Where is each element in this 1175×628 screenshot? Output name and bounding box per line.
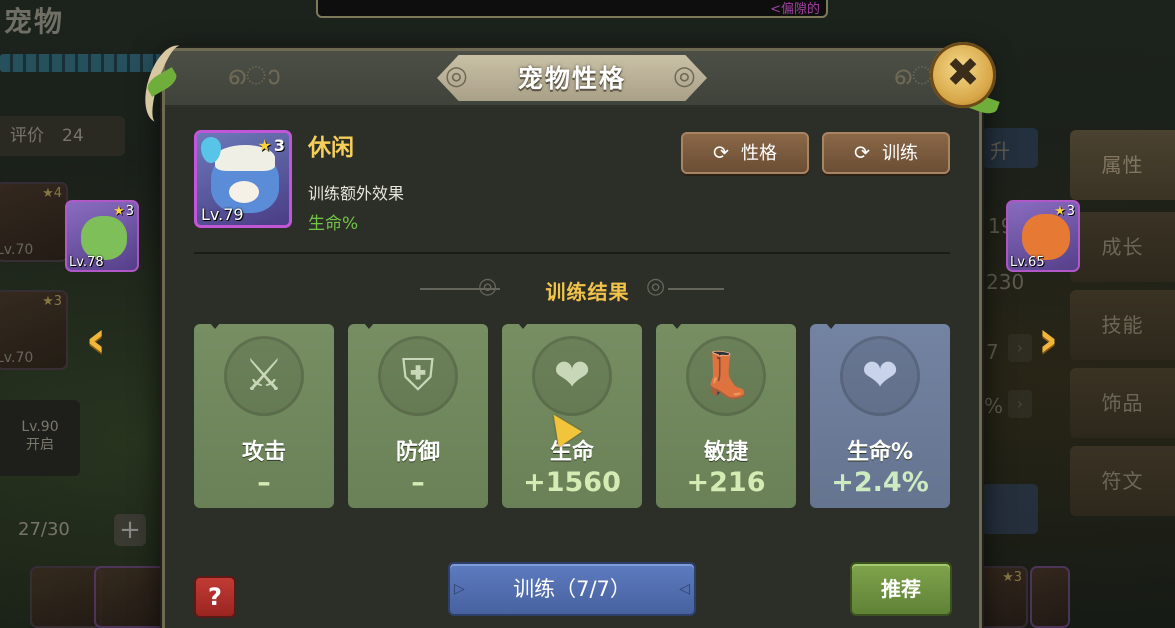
recommend-button[interactable]: 推荐 [850,562,952,616]
rating-label: 评价 [10,126,44,146]
pet-count: 27/30 + [0,508,150,552]
pet-stars: 3 [1054,204,1075,219]
next-pet-arrow-icon[interactable]: › [1028,314,1068,364]
personality-name: 休闲 [308,135,354,161]
pet-level: Lv.78 [69,255,104,270]
section-title: 训练结果 [545,280,630,304]
shield-icon: ⛨ [378,336,458,416]
sword-icon: ⚔ [224,336,304,416]
training-bonus-value: 生命% [308,214,359,234]
personality-button-label: 性格 [740,143,777,164]
tab-runes[interactable]: 符文 [1070,446,1175,516]
pet-avatar [211,145,279,213]
rating-box: 评价 24 [0,116,125,156]
stat-card-defense: ⛨ 防御 – [348,324,488,508]
pet-count-text: 27/30 [18,519,70,540]
pet-avatar [81,216,127,260]
stat-value: – [257,467,271,498]
locked-slot-label: 开启 [26,437,54,453]
training-bonus-label: 训练额外效果 [308,184,405,203]
refresh-icon: ⟳ [713,142,729,164]
locked-pet-slot: Lv.90 开启 [0,400,80,476]
stat-card-hp-percent: ❤ 生命% +2.4% [810,324,950,508]
pet-level: Lv.70 [0,242,34,258]
pet-level: Lv.79 [201,205,244,224]
boot-icon: 👢 [686,336,766,416]
page-title: 宠物 [4,5,65,38]
tab-attributes[interactable]: 属性 [1070,130,1175,200]
divider [668,288,724,290]
personality-button[interactable]: ⟳ 性格 [681,132,809,174]
prev-pet-arrow-icon[interactable]: ‹ [76,314,116,364]
stat-name: 防御 [395,440,440,465]
help-button[interactable]: ? [194,576,236,618]
stat-fragment: 7 [986,340,999,364]
pet-list-item[interactable]: ★4 Lv.70 [0,182,68,262]
close-button[interactable]: ✖ [930,42,996,108]
heart-up-icon: ❤ [840,336,920,416]
pet-level: Lv.70 [0,350,34,366]
pet-portrait: 3 Lv.79 [194,130,292,228]
upgrade-label: 升 [990,139,1010,163]
prev-pet-card[interactable]: 3 Lv.78 [65,200,139,272]
divider [194,252,950,254]
add-slot-button[interactable]: + [114,514,146,546]
pet-level: Lv.65 [1010,255,1045,270]
stat-fragment: % [984,394,1004,418]
tab-growth[interactable]: 成长 [1070,212,1175,282]
stat-card-attack: ⚔ 攻击 – [194,324,334,508]
pet-stars: 3 [113,204,134,219]
stat-name: 攻击 [241,440,286,465]
stat-card-agility: 👢 敏捷 +216 [656,324,796,508]
training-button-label: 训练 [881,143,918,164]
pet-stars: ★3 [1002,570,1022,585]
background-button[interactable] [982,484,1038,534]
train-action-button[interactable]: 训练（7/7） [448,562,696,616]
stat-value: +216 [686,467,766,498]
pet-list-item[interactable] [94,566,166,628]
pet-list-item[interactable]: ★3 [978,566,1028,628]
pet-stars: 3 [258,136,285,155]
tab-accessories[interactable]: 饰品 [1070,368,1175,438]
train-action-label: 训练（7/7） [513,577,631,601]
next-pet-card[interactable]: 3 Lv.65 [1006,200,1080,272]
pet-list-item[interactable] [1030,566,1070,628]
stat-value: – [411,467,425,498]
stat-name: 生命% [846,440,914,465]
heart-plus-icon: ❤ [532,336,612,416]
dialog-header: ൊ ◎ ◎ ൊ 宠物性格 [165,51,979,107]
stat-value: +1560 [523,467,621,498]
chevron-right-icon[interactable]: › [1008,390,1032,418]
locked-slot-level: Lv.90 [21,419,59,435]
pet-avatar [1022,214,1070,260]
refresh-icon: ⟳ [854,142,870,164]
stat-name: 敏捷 [703,440,748,465]
top-banner: <偏隙的 [316,0,828,18]
training-button[interactable]: ⟳ 训练 [822,132,950,174]
rating-value: 24 [62,126,84,146]
stat-name: 生命 [549,440,594,465]
experience-bar [0,54,170,72]
stat-value: +2.4% [831,467,929,498]
top-banner-text: <偏隙的 [770,2,820,17]
swirl-decoration-icon: ◎ [646,274,666,299]
pet-list-item[interactable] [30,566,102,628]
close-icon: ✖ [946,50,980,96]
dialog-title: 宠物性格 [517,64,626,93]
pet-stars: ★4 [42,186,62,201]
